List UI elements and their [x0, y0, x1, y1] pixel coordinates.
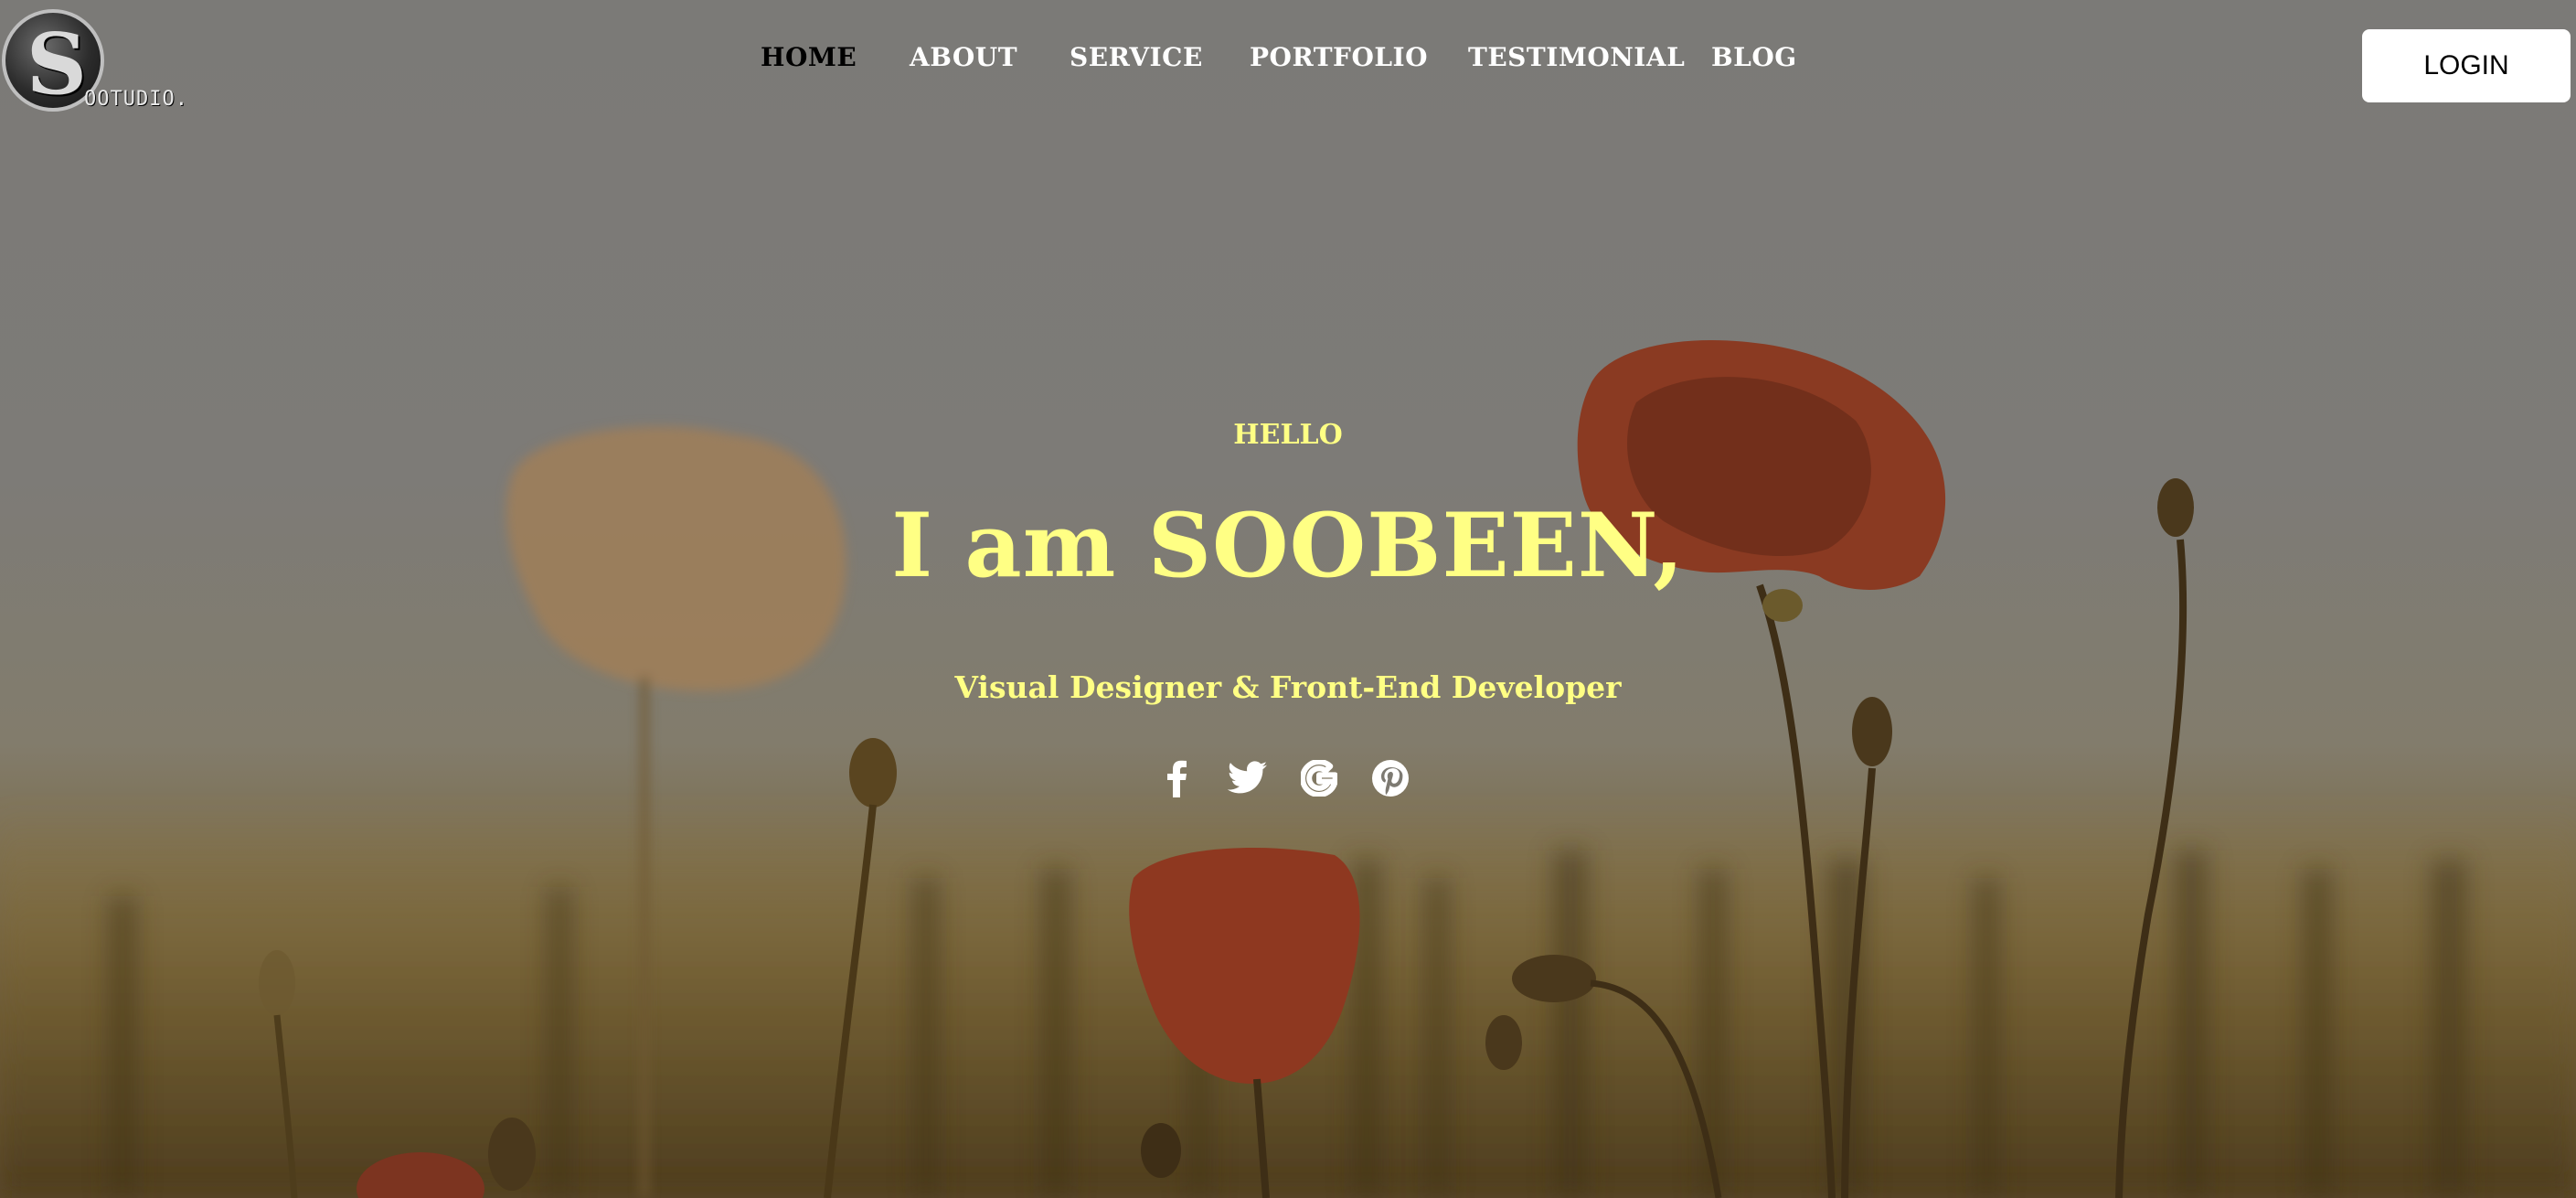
nav-item-portfolio[interactable]: PORTFOLIO — [1250, 42, 1428, 72]
hero-subtitle: Visual Designer & Front-End Developer — [954, 669, 1622, 705]
hero-headline: I am SOOBEEN, — [891, 494, 1685, 597]
hero-greeting: HELLO — [1233, 419, 1343, 451]
poppy-field-image — [0, 340, 2576, 1198]
pinterest-icon[interactable] — [1368, 755, 1413, 801]
nav-item-service[interactable]: SERVICE — [1070, 42, 1203, 72]
nav-item-about[interactable]: ABOUT — [910, 42, 1017, 72]
nav-item-testimonial[interactable]: TESTIMONIAL — [1468, 42, 1685, 72]
logo-wordmark: OOTUDIO. — [84, 88, 188, 111]
hero-background — [0, 0, 2576, 1198]
twitter-icon[interactable] — [1225, 755, 1271, 801]
nav-item-blog[interactable]: BLOG — [1711, 42, 1797, 72]
nav-item-home[interactable]: HOME — [761, 42, 857, 72]
social-links — [1154, 755, 1413, 801]
main-nav: HOME ABOUT SERVICE PORTFOLIO TESTIMONIAL… — [0, 42, 2576, 79]
google-icon[interactable] — [1296, 755, 1342, 801]
facebook-icon[interactable] — [1154, 755, 1199, 801]
login-button[interactable]: LOGIN — [2362, 29, 2571, 102]
